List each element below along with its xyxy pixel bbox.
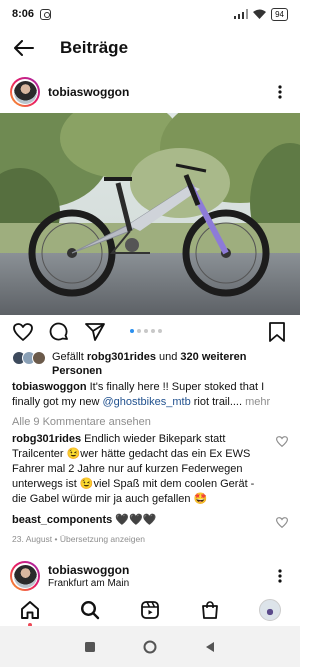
comment-like-heart-icon[interactable]: [275, 434, 289, 448]
recents-square-icon[interactable]: [83, 640, 97, 654]
liker-avatar: [32, 351, 46, 365]
battery-indicator: 94: [271, 7, 288, 21]
avatar[interactable]: [10, 77, 40, 107]
comment: robg301rides Endlich wieder Bikepark sta…: [12, 432, 272, 507]
avatar[interactable]: [10, 561, 40, 591]
likes-middle: und: [155, 351, 181, 363]
profile-icon[interactable]: [258, 598, 282, 622]
home-icon[interactable]: [18, 598, 42, 627]
next-post-location[interactable]: Frankfurt am Main: [48, 577, 129, 590]
wifi-icon: [253, 9, 267, 19]
caption-username[interactable]: tobiaswoggon: [12, 381, 87, 393]
profile-avatar: [259, 599, 281, 621]
carousel-dot: [151, 329, 155, 333]
search-icon[interactable]: [78, 598, 102, 622]
carousel-dot: [137, 329, 141, 333]
page-title: Beiträge: [60, 38, 129, 57]
view-all-comments-link[interactable]: Alle 9 Kommentare ansehen: [12, 416, 151, 428]
post-date-line: 23. August • Übersetzung anzeigen: [12, 534, 145, 544]
comment-like-heart-icon[interactable]: [275, 515, 289, 529]
next-post-username[interactable]: tobiaswoggon: [48, 563, 129, 577]
like-heart-icon[interactable]: [12, 321, 34, 343]
reels-icon[interactable]: [138, 598, 162, 622]
bottom-navigation: [0, 594, 300, 627]
comment-icon[interactable]: [48, 321, 70, 343]
post-header: tobiaswoggon: [0, 74, 300, 110]
caption-mention[interactable]: @ghostbikes_mtb: [102, 396, 190, 408]
post-actions: [0, 318, 300, 346]
signal-icon: [234, 9, 249, 19]
post-caption: tobiaswoggon It's finally here !! Super …: [12, 380, 290, 410]
translate-link[interactable]: Übersetzung anzeigen: [60, 534, 145, 544]
back-arrow-icon[interactable]: [12, 36, 36, 60]
bookmark-icon[interactable]: [266, 321, 288, 343]
status-indicators: 94: [234, 7, 288, 21]
likes-prefix: Gefällt: [52, 351, 87, 363]
liker-avatars: [12, 351, 46, 365]
share-paper-plane-icon[interactable]: [84, 321, 106, 343]
back-triangle-icon[interactable]: [203, 640, 217, 654]
caption-text-end: riot trail....: [190, 396, 246, 408]
more-options-icon[interactable]: [270, 566, 290, 586]
date-separator: •: [52, 534, 60, 544]
carousel-dot-active: [130, 329, 134, 333]
comment-username[interactable]: robg301rides: [12, 433, 81, 445]
first-liker[interactable]: robg301rides: [87, 351, 156, 363]
comment: beast_components 🖤🖤🖤: [12, 513, 272, 528]
caption-more-link[interactable]: mehr: [245, 396, 270, 408]
comment-text: 🖤🖤🖤: [112, 514, 157, 526]
top-header: Beiträge: [0, 28, 300, 68]
post-photo[interactable]: [0, 113, 300, 315]
post-date: 23. August: [12, 534, 53, 544]
more-options-icon[interactable]: [270, 82, 290, 102]
comment-username[interactable]: beast_components: [12, 514, 112, 526]
instagram-notification-icon: [40, 8, 52, 20]
likes-summary[interactable]: Gefällt robg301rides und 320 weiteren Pe…: [12, 350, 292, 378]
carousel-dot: [158, 329, 162, 333]
system-navigation-bar: [0, 626, 300, 667]
status-bar: 8:06 94: [0, 0, 300, 28]
post-username[interactable]: tobiaswoggon: [48, 85, 129, 99]
shop-bag-icon[interactable]: [198, 598, 222, 622]
next-post-header: tobiaswoggon Frankfurt am Main: [0, 560, 300, 592]
carousel-dot: [144, 329, 148, 333]
home-circle-icon[interactable]: [143, 640, 157, 654]
carousel-indicator: [130, 329, 162, 333]
likes-text: Gefällt robg301rides und 320 weiteren Pe…: [52, 350, 292, 378]
status-time: 8:06: [12, 8, 35, 20]
